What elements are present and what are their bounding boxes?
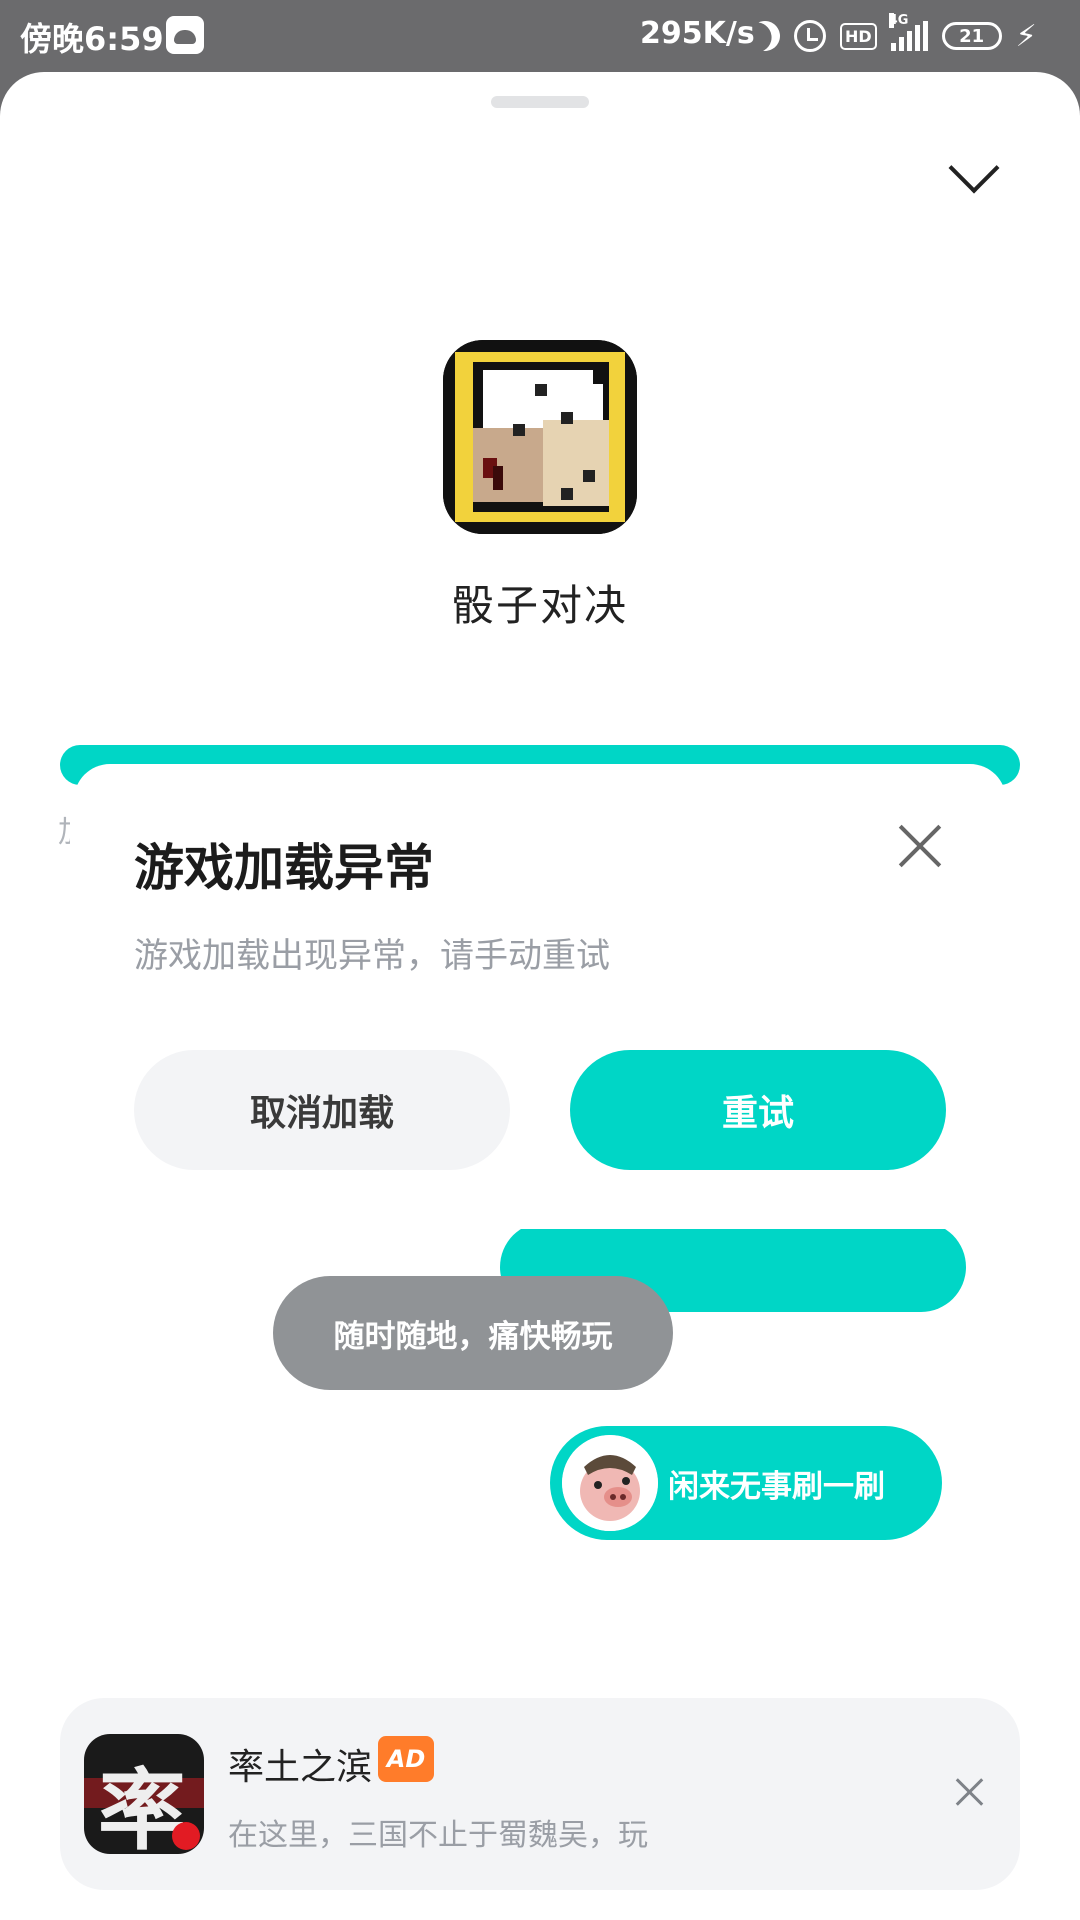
status-icons: HD 4G 21 ⚡ [750,13,1037,56]
alarm-icon [794,20,826,52]
avatar [562,1435,658,1531]
game-icon [443,340,637,534]
loading-text-fragment: 加 [58,807,70,851]
status-bar: 傍晚6:59 295K/s HD 4G 21 ⚡ [0,0,1080,72]
chat-bubble-gray: 随时随地，痛快畅玩 [273,1276,673,1390]
signal-icon: 4G [888,13,928,51]
battery-icon: 21 [941,22,1002,50]
chat-bubble-teal: 闲来无事刷一刷 [550,1426,942,1540]
ad-description: 在这里，三国不止于蜀魏吴，玩 [228,1818,648,1853]
status-time: 傍晚6:59 [20,20,164,58]
ad-badge: AD [378,1736,434,1782]
ad-close-icon[interactable] [950,1772,990,1812]
network-speed: 295K/s [640,16,755,51]
network-type: 4G [888,13,909,28]
ad-app-icon: 率 [84,1734,204,1854]
battery-level: 21 [959,25,985,47]
cancel-loading-button[interactable]: 取消加载 [134,1050,510,1170]
hd-icon: HD [840,22,877,50]
dialog-title: 游戏加载异常 [134,839,434,897]
app-notification-icon [166,16,204,54]
load-error-dialog: 游戏加载异常 游戏加载出现异常，请手动重试 取消加载 重试 [74,764,1006,1229]
game-name: 骰子对决 [451,581,628,630]
dice-pixel-art-icon [443,340,637,534]
dialog-message: 游戏加载出现异常，请手动重试 [134,936,610,976]
pig-avatar-icon [562,1435,658,1531]
drag-handle[interactable] [491,96,589,108]
chevron-down-icon[interactable] [942,150,1002,210]
do-not-disturb-icon [745,16,786,57]
chat-bubble-text: 闲来无事刷一刷 [668,1468,885,1505]
close-icon[interactable] [896,822,944,870]
ad-title: 率土之滨 [228,1747,373,1788]
ad-card[interactable]: 率 率土之滨 AD 在这里，三国不止于蜀魏吴，玩 [60,1698,1020,1890]
charging-icon: ⚡ [1015,18,1037,54]
netease-logo-icon [172,1822,200,1850]
retry-button[interactable]: 重试 [570,1050,946,1170]
